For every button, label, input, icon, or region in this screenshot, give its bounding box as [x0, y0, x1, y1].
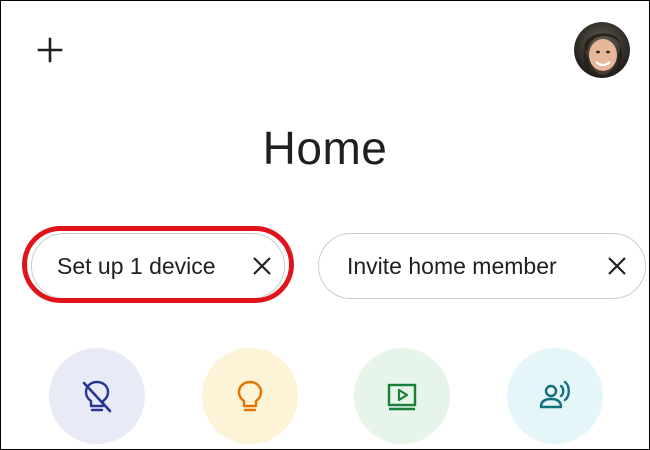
- chip-label: Set up 1 device: [57, 252, 216, 279]
- user-avatar: [574, 22, 630, 78]
- lights-shortcut[interactable]: [202, 348, 298, 444]
- lights-off-shortcut[interactable]: [49, 348, 145, 444]
- setup-device-chip[interactable]: Set up 1 device: [31, 233, 285, 299]
- broadcast-shortcut[interactable]: [507, 348, 603, 444]
- page-title: Home: [262, 122, 388, 174]
- lightbulb-icon: [237, 380, 263, 412]
- app-screen: Home Set up 1 device Invite home member: [0, 0, 650, 450]
- add-button[interactable]: [35, 35, 65, 65]
- plus-icon: [37, 37, 63, 63]
- avatar[interactable]: [574, 22, 630, 78]
- close-icon[interactable]: [605, 254, 629, 278]
- media-shortcut[interactable]: [354, 348, 450, 444]
- invite-member-chip[interactable]: Invite home member: [318, 233, 646, 299]
- speaking-person-icon: [539, 380, 570, 409]
- chip-label: Invite home member: [347, 252, 557, 279]
- media-play-icon: [387, 383, 417, 411]
- light-off-icon: [82, 380, 112, 413]
- close-icon[interactable]: [250, 254, 274, 278]
